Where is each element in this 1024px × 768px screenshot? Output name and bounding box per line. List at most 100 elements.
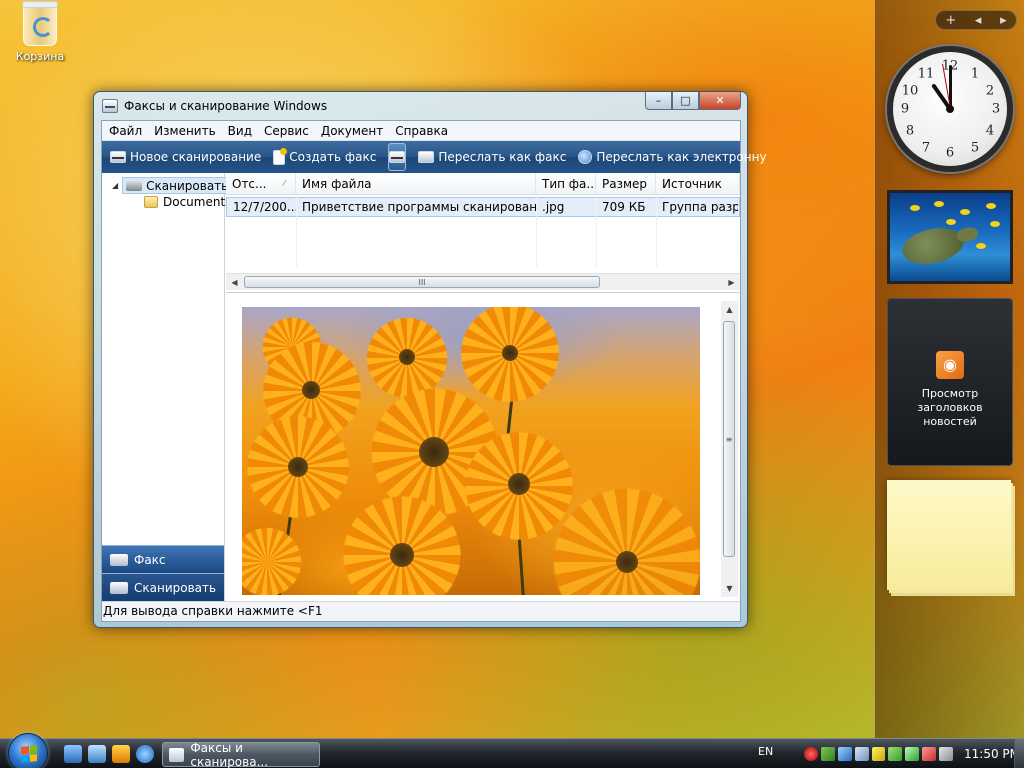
- display-icon[interactable]: [854, 747, 869, 761]
- clock-number: 4: [985, 123, 995, 139]
- device-icon[interactable]: [837, 747, 852, 761]
- network-icon[interactable]: [820, 747, 835, 761]
- cell-date: 12/7/200...: [233, 200, 296, 214]
- new-scan-button[interactable]: Новое сканирование: [104, 143, 267, 171]
- clock-number: 8: [905, 123, 915, 139]
- language-indicator[interactable]: EN: [758, 745, 773, 758]
- notification-area: 11:50 PM: [800, 743, 1024, 765]
- sidebar-prev-button[interactable]: ◂: [975, 13, 982, 28]
- list-header: Отс... ⁄ Имя файла Тип фа... Размер Источ…: [226, 173, 740, 195]
- tree-item-documents[interactable]: Documents: [144, 195, 231, 209]
- feed-headlines-gadget[interactable]: ◉ Просмотр заголовков новостей: [887, 298, 1013, 466]
- cell-size: 709 КБ: [602, 200, 646, 214]
- clock-pin: [946, 105, 954, 113]
- forward-as-email-button[interactable]: Переслать как электронну: [572, 143, 772, 171]
- sync-icon[interactable]: [888, 747, 903, 761]
- menu-view[interactable]: Вид: [222, 121, 258, 141]
- scroll-left-arrow[interactable]: ◀: [226, 274, 243, 291]
- sidebar-controls: + ◂ ▸: [935, 10, 1017, 30]
- tree-item-scan[interactable]: ◢ Сканировать: [112, 177, 233, 194]
- switch-windows-icon[interactable]: [88, 745, 106, 763]
- clock-number: 3: [991, 101, 1001, 117]
- clock-number: 9: [900, 101, 910, 117]
- start-button[interactable]: [8, 733, 48, 768]
- scroll-right-arrow[interactable]: ▶: [723, 274, 740, 291]
- fax-icon: [110, 553, 128, 566]
- horizontal-scrollbar[interactable]: ◀ III ▶: [226, 273, 740, 290]
- menu-file[interactable]: Файл: [103, 121, 148, 141]
- clock-number: 10: [901, 83, 919, 99]
- clock-number: 2: [985, 83, 995, 99]
- clock-number: 1: [970, 66, 980, 82]
- media-player-icon[interactable]: [112, 745, 130, 763]
- close-button[interactable]: ✕: [699, 92, 741, 110]
- add-gadget-button[interactable]: +: [945, 13, 956, 28]
- taskbar: Факсы и сканирова... EN 11:50 PM: [0, 733, 1024, 768]
- windows-logo-icon: [21, 745, 37, 763]
- taskbar-button-fax-scan[interactable]: Факсы и сканирова...: [162, 741, 320, 768]
- internet-explorer-icon[interactable]: [136, 745, 154, 763]
- forward-as-fax-label: Переслать как факс: [438, 150, 567, 164]
- forward-as-email-label: Переслать как электронну: [596, 150, 767, 164]
- volume-icon[interactable]: [939, 747, 954, 761]
- recycle-bin[interactable]: Корзина: [12, 1, 68, 63]
- feed-headlines-label: Просмотр заголовков новостей: [917, 387, 983, 428]
- recycle-bin-icon: [22, 1, 58, 46]
- column-header-sent[interactable]: Отс... ⁄: [226, 173, 296, 194]
- vertical-scroll-thumb[interactable]: ≡: [723, 321, 735, 557]
- clock-time[interactable]: 11:50 PM: [964, 747, 1020, 761]
- vertical-scrollbar[interactable]: ▲ ≡ ▼: [721, 301, 738, 597]
- window-client-area: Файл Изменить Вид Сервис Документ Справк…: [101, 120, 767, 622]
- minimize-button[interactable]: –: [645, 92, 672, 110]
- new-scan-label: Новое сканирование: [130, 150, 262, 164]
- tree-item-scan-label: Сканировать: [146, 178, 229, 193]
- notes-gadget[interactable]: [887, 480, 1011, 590]
- forward-as-fax-button[interactable]: Переслать как факс: [412, 143, 572, 171]
- column-header-source[interactable]: Источник: [656, 173, 740, 194]
- scroll-down-arrow[interactable]: ▼: [721, 580, 738, 597]
- title-bar[interactable]: Факсы и сканирование Windows – □ ✕: [94, 92, 747, 120]
- scanner-icon: [110, 581, 128, 594]
- preview-image-flowers: [242, 307, 700, 595]
- scan-nav-label: Сканировать: [134, 580, 217, 595]
- column-header-filename[interactable]: Имя файла: [296, 173, 536, 194]
- scan-view-toggle-button[interactable]: [388, 143, 407, 171]
- tree-expand-icon[interactable]: ◢: [112, 181, 118, 190]
- scan-nav-button[interactable]: Сканировать: [102, 573, 224, 601]
- recycle-bin-label: Корзина: [15, 50, 65, 63]
- email-globe-icon: [578, 150, 593, 164]
- security-alert-icon[interactable]: [804, 747, 818, 761]
- slideshow-gadget[interactable]: [887, 190, 1013, 284]
- create-fax-button[interactable]: Создать факс: [267, 143, 382, 171]
- horizontal-scroll-thumb[interactable]: III: [244, 276, 600, 288]
- menu-document[interactable]: Документ: [315, 121, 389, 141]
- menu-help[interactable]: Справка: [389, 121, 454, 141]
- navigation-pane: ◢ Сканировать Documents Факс Сканировать: [102, 173, 233, 601]
- cell-filename: Приветствие программы сканирования: [302, 200, 536, 214]
- windows-sidebar: + ◂ ▸ 12 1 2 3 4 5 6 7 8 9 10 11: [874, 0, 1024, 738]
- status-bar: Для вывода справки нажмите <F1: [102, 601, 740, 621]
- transfer-icon[interactable]: [905, 747, 920, 761]
- scanner-icon: [126, 180, 143, 191]
- column-header-filetype[interactable]: Тип фа...: [536, 173, 596, 194]
- scanner-icon: [389, 151, 406, 163]
- window-title: Факсы и сканирование Windows: [124, 99, 328, 113]
- sidebar-next-button[interactable]: ▸: [1000, 13, 1007, 28]
- show-desktop-button[interactable]: [1014, 739, 1024, 768]
- menu-edit[interactable]: Изменить: [148, 121, 222, 141]
- content-area: ◢ Сканировать Documents Факс Сканировать…: [102, 173, 740, 601]
- cell-source: Группа разра: [662, 200, 738, 214]
- nav-buttons: Факс Сканировать: [102, 545, 224, 601]
- fax-nav-button[interactable]: Факс: [102, 545, 224, 573]
- show-desktop-icon[interactable]: [64, 745, 82, 763]
- maximize-button[interactable]: □: [672, 92, 699, 110]
- column-header-size[interactable]: Размер: [596, 173, 656, 194]
- scroll-up-arrow[interactable]: ▲: [721, 301, 738, 318]
- menu-tools[interactable]: Сервис: [258, 121, 315, 141]
- table-row[interactable]: 12/7/200... Приветствие программы сканир…: [226, 197, 740, 217]
- clock-gadget[interactable]: 12 1 2 3 4 5 6 7 8 9 10 11: [887, 46, 1013, 172]
- network-disconnected-icon[interactable]: [922, 747, 937, 761]
- warning-icon[interactable]: [871, 747, 886, 761]
- file-list: Отс... ⁄ Имя файла Тип фа... Размер Источ…: [226, 173, 740, 293]
- fax-scan-app-icon: [169, 747, 185, 762]
